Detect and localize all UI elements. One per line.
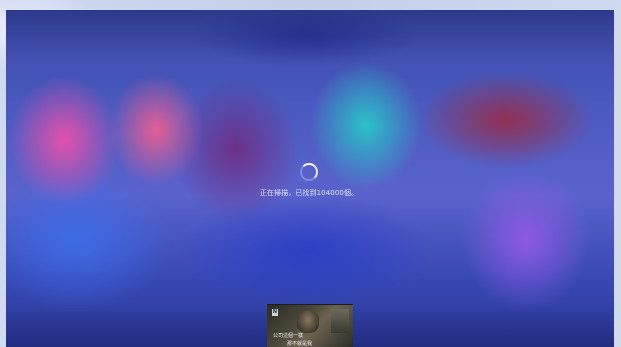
top-bar — [6, 10, 614, 58]
preview-subtitle-line-1: 公司這個一樣 — [273, 333, 304, 339]
scan-status-text: 正在掃描，已找到104000個。 — [259, 189, 359, 197]
video-preview-thumbnail[interactable]: N 公司這個一樣 那不就是我 — [267, 304, 353, 347]
preview-scene-background — [331, 309, 349, 333]
preview-subtitle-line-2: 那不就是我 — [287, 341, 313, 347]
channel-badge: N — [272, 309, 278, 316]
loading-spinner-icon — [300, 163, 318, 181]
media-scan-screen: 正在掃描，已找到104000個。 N 公司這個一樣 那不就是我 — [6, 10, 614, 347]
desktop-background: 正在掃描，已找到104000個。 N 公司這個一樣 那不就是我 — [0, 0, 621, 347]
preview-scene-figure — [297, 311, 319, 333]
